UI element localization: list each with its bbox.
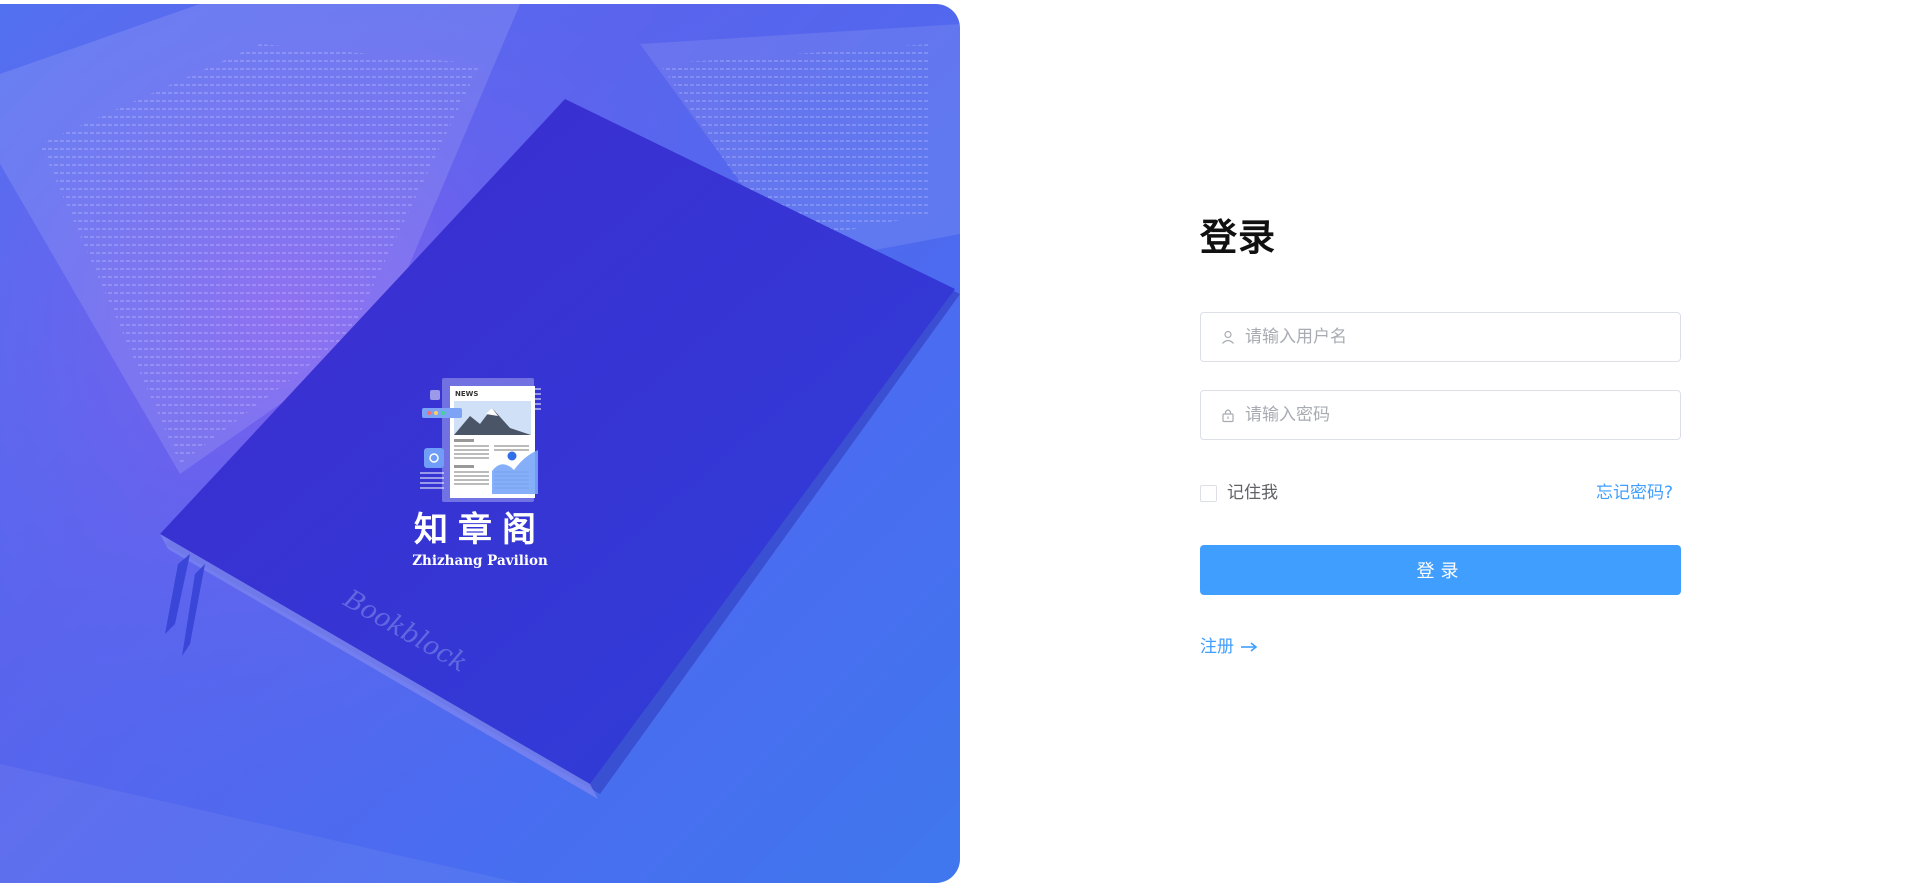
arrow-right-icon xyxy=(1240,641,1258,653)
remember-me[interactable]: 记住我 xyxy=(1200,482,1278,504)
user-icon xyxy=(1220,329,1236,345)
news-label: NEWS xyxy=(455,390,478,398)
username-field[interactable] xyxy=(1200,312,1681,362)
password-field[interactable] xyxy=(1200,390,1681,440)
lock-icon xyxy=(1220,407,1236,423)
remember-label: 记住我 xyxy=(1227,483,1278,503)
register-link[interactable]: 注册 xyxy=(1200,636,1258,658)
remember-checkbox[interactable] xyxy=(1200,484,1217,502)
forgot-password-link[interactable]: 忘记密码? xyxy=(1596,482,1673,504)
page-title: 登录 xyxy=(1200,216,1276,259)
register-label: 注册 xyxy=(1200,637,1234,657)
brand-name-en: Zhizhang Pavilion xyxy=(412,553,548,569)
password-input[interactable] xyxy=(1245,391,1680,439)
brand-name-cn: 知章阁 xyxy=(414,510,546,550)
hero-banner: Bookblock NEWS 知章阁 Zhizhang Pavilion xyxy=(0,4,960,883)
login-button[interactable]: 登录 xyxy=(1200,545,1681,595)
username-input[interactable] xyxy=(1245,313,1680,361)
